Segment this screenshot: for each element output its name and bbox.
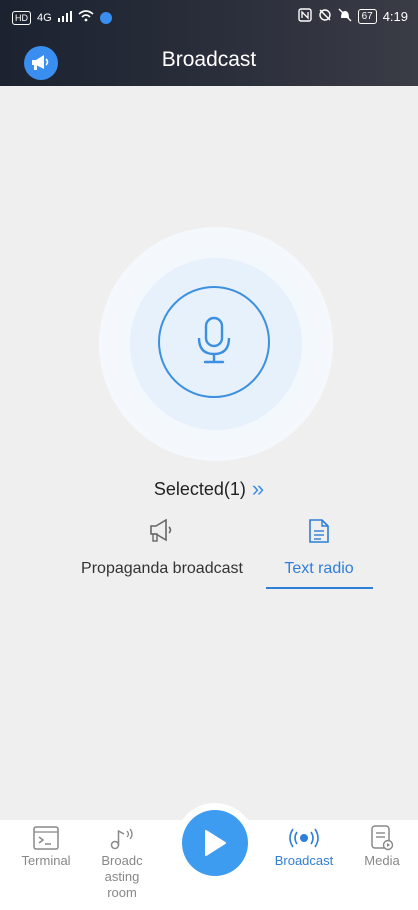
wifi-icon [78,9,94,27]
status-bar: HD 4G 67 4:19 [0,0,418,34]
app-header: HD 4G 67 4:19 Broadcast [0,0,418,86]
play-button[interactable] [182,810,248,876]
tab-terminal[interactable]: Terminal [12,823,80,869]
page-title: Broadcast [161,48,257,71]
vibrate-icon [318,8,332,25]
app-notification-icon [99,12,112,24]
tab-broadcasting-room[interactable]: Broadc asting room [88,823,156,901]
tab-label: Media [364,853,400,868]
broadcast-icon [289,828,319,848]
document-icon [309,519,329,543]
selected-label: Selected(1) [153,479,246,499]
nfc-icon [297,8,312,25]
tab-media[interactable]: Media [352,823,412,869]
status-time: 4:19 [382,9,408,24]
media-file-icon [371,825,394,851]
signal-bars-icon [57,9,72,27]
mode-propaganda-broadcast[interactable]: Propaganda broadcast [62,518,262,578]
mute-bell-icon [338,8,352,25]
double-chevron-icon[interactable]: » [252,476,264,501]
tab-label: Broadc asting room [101,853,143,900]
tab-label: Terminal [21,853,71,868]
tab-broadcast[interactable]: Broadcast [262,823,346,869]
terminal-icon [33,826,59,850]
hd-badge: HD [12,11,31,25]
microphone-icon [197,316,231,364]
selected-devices[interactable]: Selected(1) » [0,476,418,502]
microphone-button[interactable] [158,286,270,398]
mode-label: Propaganda broadcast [81,560,243,577]
mode-text-radio[interactable]: Text radio [264,518,374,578]
music-note-icon [110,828,133,850]
megaphone-icon [150,518,172,542]
battery-level: 67 [357,9,377,24]
tab-label: Broadcast [274,853,334,868]
active-mode-underline [266,587,373,589]
play-icon [205,830,226,856]
signal-label: 4G [37,12,52,24]
mode-label: Text radio [284,560,354,577]
